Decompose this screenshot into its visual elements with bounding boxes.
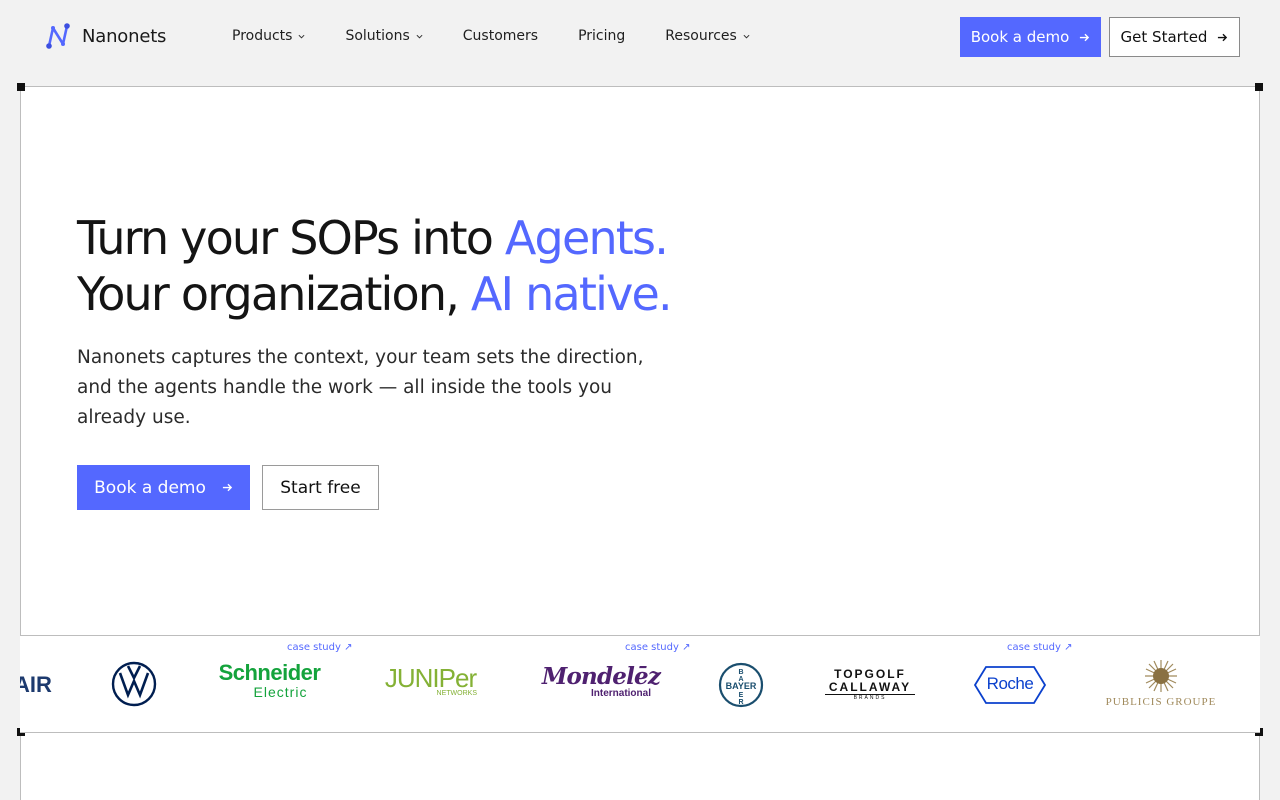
chevron-down-icon bbox=[743, 34, 750, 39]
logo-volkswagen bbox=[111, 661, 157, 711]
logo-text-tertiary: BRANDS bbox=[853, 695, 887, 701]
logo-roche: Roche bbox=[973, 666, 1047, 708]
header-get-started-button[interactable]: Get Started bbox=[1109, 17, 1240, 57]
nav-item-resources[interactable]: Resources bbox=[665, 28, 750, 44]
nav-item-pricing[interactable]: Pricing bbox=[578, 28, 625, 44]
brand-logo[interactable]: Nanonets bbox=[44, 22, 166, 50]
nav-label: Solutions bbox=[345, 28, 410, 44]
nanonets-logo-icon bbox=[46, 23, 70, 49]
bayer-logo-icon: BAYER B A E R bbox=[718, 662, 764, 708]
logo-text-secondary: CALLAWAY bbox=[825, 681, 915, 695]
frame-corner-handle bbox=[17, 83, 25, 91]
case-study-link[interactable]: case study ↗ bbox=[287, 642, 352, 653]
title-line1: Turn your SOPs into bbox=[77, 211, 505, 265]
nav-label: Customers bbox=[462, 28, 539, 44]
title-line2: Your organization, bbox=[77, 267, 471, 321]
button-label: Start free bbox=[280, 477, 361, 498]
site-header: Nanonets Products Solutions Customers Pr… bbox=[0, 0, 1280, 74]
logo-bayer: BAYER B A E R bbox=[718, 662, 764, 712]
button-label: Book a demo bbox=[970, 28, 1070, 46]
svg-text:R: R bbox=[738, 699, 743, 706]
logo-text: Roche bbox=[986, 674, 1034, 693]
svg-text:B: B bbox=[738, 669, 743, 676]
hero-subtitle: Nanonets captures the context, your team… bbox=[77, 347, 644, 428]
svg-text:E: E bbox=[739, 692, 744, 699]
lion-emblem-icon bbox=[1145, 660, 1177, 692]
customer-logo-strip: AIR case study ↗ Schneider Electric JUNI… bbox=[20, 635, 1260, 733]
logo-text: AIR bbox=[20, 672, 52, 697]
logo-air: AIR bbox=[20, 672, 52, 698]
arrow-right-icon bbox=[1080, 33, 1090, 41]
svg-text:A: A bbox=[738, 676, 743, 683]
nav-item-customers[interactable]: Customers bbox=[463, 28, 538, 44]
hero-title: Turn your SOPs into Agents. Your organiz… bbox=[77, 210, 673, 322]
logo-schneider-electric: Schneider Electric bbox=[212, 660, 327, 701]
nav-item-products[interactable]: Products bbox=[232, 28, 305, 44]
case-study-link[interactable]: case study ↗ bbox=[625, 642, 690, 653]
nav-label: Resources bbox=[665, 28, 737, 44]
logo-publicis-groupe: PUBLICIS GROUPE bbox=[1098, 658, 1224, 708]
brand-name: Nanonets bbox=[82, 25, 167, 47]
main-nav: Products Solutions Customers Pricing Res… bbox=[232, 28, 790, 44]
logo-text: JUNIPer bbox=[384, 663, 477, 693]
frame-corner-handle bbox=[1255, 83, 1263, 91]
nav-label: Pricing bbox=[578, 28, 626, 44]
nav-item-solutions[interactable]: Solutions bbox=[345, 28, 423, 44]
button-label: Book a demo bbox=[94, 477, 206, 498]
title-line2-accent: AI native. bbox=[470, 267, 673, 321]
hero-book-demo-button[interactable]: Book a demo bbox=[77, 465, 250, 510]
logo-text: Mondelēz bbox=[541, 663, 661, 690]
hero-start-free-button[interactable]: Start free bbox=[262, 465, 379, 510]
chevron-down-icon bbox=[298, 34, 305, 39]
logo-text: PUBLICIS GROUPE bbox=[1105, 696, 1217, 708]
nav-label: Products bbox=[232, 28, 293, 44]
button-label: Get Started bbox=[1120, 28, 1208, 46]
logo-mondelez: Mondelēz International bbox=[536, 663, 666, 699]
header-book-demo-button[interactable]: Book a demo bbox=[960, 17, 1101, 57]
logo-text: Schneider bbox=[218, 660, 321, 685]
chevron-down-icon bbox=[416, 34, 423, 39]
case-study-link[interactable]: case study ↗ bbox=[1007, 642, 1072, 653]
title-line1-accent: Agents. bbox=[504, 211, 669, 265]
logo-topgolf-callaway: TOPGOLF CALLAWAY BRANDS bbox=[825, 668, 915, 701]
logo-juniper-networks: JUNIPer NETWORKS bbox=[378, 663, 483, 697]
arrow-right-icon bbox=[222, 483, 233, 492]
arrow-right-icon bbox=[1218, 33, 1228, 41]
volkswagen-logo-icon bbox=[111, 661, 157, 707]
logo-text-secondary: Electric bbox=[253, 684, 308, 700]
